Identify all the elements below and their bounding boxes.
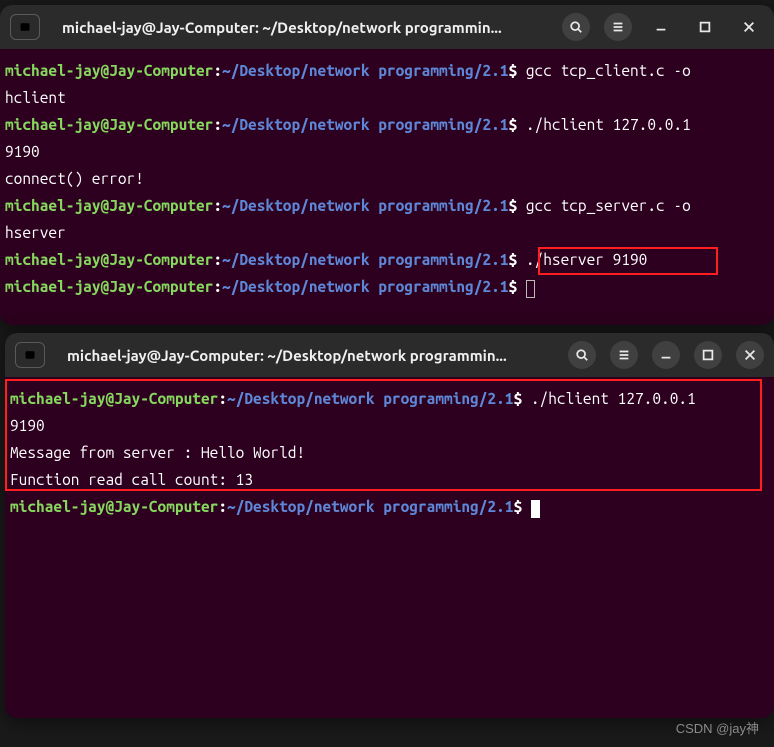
maximize-button[interactable] xyxy=(694,341,722,369)
new-tab-icon xyxy=(19,21,31,33)
minimize-button[interactable] xyxy=(646,12,676,42)
output-text: Function read call count: 13 xyxy=(10,471,253,488)
command-line-wrap: hserver xyxy=(5,219,769,246)
prompt-user: michael-jay@Jay-Computer xyxy=(5,278,213,295)
prompt-user: michael-jay@Jay-Computer xyxy=(10,498,218,515)
window-title-2: michael-jay@Jay-Computer: ~/Desktop/netw… xyxy=(67,347,560,364)
minimize-button[interactable] xyxy=(652,341,680,369)
command-text: 9190 xyxy=(10,417,45,434)
prompt-colon: : xyxy=(213,278,222,295)
output-text: Message from server : Hello World! xyxy=(10,444,305,461)
command-text: hserver xyxy=(5,224,66,241)
prompt-path: ~/Desktop/network programming/2.1 xyxy=(222,62,508,79)
prompt-dollar: $ xyxy=(508,278,517,295)
prompt-path: ~/Desktop/network programming/2.1 xyxy=(227,498,513,515)
command-text: ./hclient 127.0.0.1 xyxy=(526,116,691,133)
prompt-user: michael-jay@Jay-Computer xyxy=(5,116,213,133)
cursor-icon xyxy=(531,500,540,518)
close-icon xyxy=(742,20,756,34)
search-button[interactable] xyxy=(568,341,596,369)
prompt-dollar: $ xyxy=(508,62,517,79)
prompt-colon: : xyxy=(218,390,227,407)
prompt-user: michael-jay@Jay-Computer xyxy=(5,251,213,268)
close-button[interactable] xyxy=(736,341,764,369)
prompt-path: ~/Desktop/network programming/2.1 xyxy=(222,197,508,214)
minimize-icon xyxy=(654,20,668,34)
search-icon xyxy=(575,348,589,362)
command-text: ./hserver 9190 xyxy=(526,251,648,268)
prompt-colon: : xyxy=(218,498,227,515)
prompt-dollar: $ xyxy=(508,251,517,268)
output-line: Message from server : Hello World! xyxy=(10,439,769,466)
command-line-wrap: 9190 xyxy=(5,138,769,165)
terminal-window-1: michael-jay@Jay-Computer: ~/Desktop/netw… xyxy=(0,5,774,325)
prompt-colon: : xyxy=(213,251,222,268)
output-line: Function read call count: 13 xyxy=(10,466,769,493)
titlebar-1[interactable]: michael-jay@Jay-Computer: ~/Desktop/netw… xyxy=(0,5,774,49)
command-line: michael-jay@Jay-Computer:~/Desktop/netwo… xyxy=(10,493,769,520)
close-icon xyxy=(743,348,757,362)
prompt-user: michael-jay@Jay-Computer xyxy=(10,390,218,407)
watermark: CSDN @jay神 xyxy=(676,718,759,737)
prompt-path: ~/Desktop/network programming/2.1 xyxy=(222,116,508,133)
prompt-dollar: $ xyxy=(508,116,517,133)
output-text: connect() error! xyxy=(5,170,144,187)
minimize-icon xyxy=(659,348,673,362)
command-text: 9190 xyxy=(5,143,40,160)
command-text: hclient xyxy=(5,89,66,106)
command-line: michael-jay@Jay-Computer:~/Desktop/netwo… xyxy=(5,192,769,219)
titlebar-2[interactable]: michael-jay@Jay-Computer: ~/Desktop/netw… xyxy=(5,333,774,377)
prompt-dollar: $ xyxy=(513,498,522,515)
prompt-path: ~/Desktop/network programming/2.1 xyxy=(227,390,513,407)
hamburger-icon xyxy=(611,20,625,34)
command-line-wrap: hclient xyxy=(5,84,769,111)
prompt-colon: : xyxy=(213,116,222,133)
terminal-body-1[interactable]: michael-jay@Jay-Computer:~/Desktop/netwo… xyxy=(0,49,774,308)
prompt-dollar: $ xyxy=(513,390,522,407)
cursor-icon xyxy=(526,280,535,298)
command-line: michael-jay@Jay-Computer:~/Desktop/netwo… xyxy=(5,246,769,273)
command-line: michael-jay@Jay-Computer:~/Desktop/netwo… xyxy=(5,111,769,138)
maximize-button[interactable] xyxy=(690,12,720,42)
prompt-path: ~/Desktop/network programming/2.1 xyxy=(222,251,508,268)
menu-button[interactable] xyxy=(610,341,638,369)
close-button[interactable] xyxy=(734,12,764,42)
terminal-window-2: michael-jay@Jay-Computer: ~/Desktop/netw… xyxy=(5,333,774,718)
new-tab-button[interactable] xyxy=(10,14,40,40)
new-tab-icon xyxy=(24,349,36,361)
command-line: michael-jay@Jay-Computer:~/Desktop/netwo… xyxy=(10,385,769,412)
command-line: michael-jay@Jay-Computer:~/Desktop/netwo… xyxy=(5,57,769,84)
terminal-body-2[interactable]: michael-jay@Jay-Computer:~/Desktop/netwo… xyxy=(5,377,774,528)
search-icon xyxy=(569,20,583,34)
maximize-icon xyxy=(698,20,712,34)
command-text: ./hclient 127.0.0.1 xyxy=(531,390,696,407)
command-line: michael-jay@Jay-Computer:~/Desktop/netwo… xyxy=(5,273,769,300)
maximize-icon xyxy=(701,348,715,362)
menu-button[interactable] xyxy=(604,13,632,41)
command-text: gcc tcp_client.c -o xyxy=(526,62,691,79)
hamburger-icon xyxy=(617,348,631,362)
prompt-colon: : xyxy=(213,197,222,214)
prompt-user: michael-jay@Jay-Computer xyxy=(5,197,213,214)
window-title-1: michael-jay@Jay-Computer: ~/Desktop/netw… xyxy=(62,19,554,36)
new-tab-button[interactable] xyxy=(15,342,45,368)
command-text: gcc tcp_server.c -o xyxy=(526,197,691,214)
prompt-dollar: $ xyxy=(508,197,517,214)
search-button[interactable] xyxy=(562,13,590,41)
prompt-colon: : xyxy=(213,62,222,79)
command-line-wrap: 9190 xyxy=(10,412,769,439)
prompt-path: ~/Desktop/network programming/2.1 xyxy=(222,278,508,295)
prompt-user: michael-jay@Jay-Computer xyxy=(5,62,213,79)
output-line: connect() error! xyxy=(5,165,769,192)
